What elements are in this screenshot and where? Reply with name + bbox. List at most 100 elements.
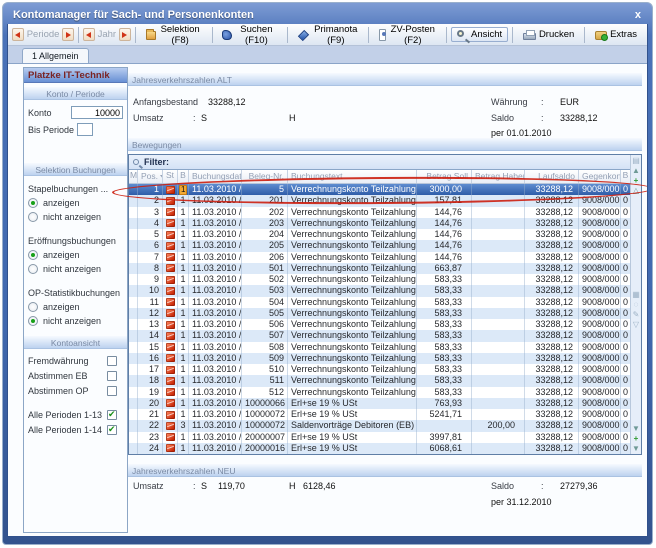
cell-laufsaldo: 33288,12 <box>525 308 579 319</box>
booking-stamp-icon <box>166 433 175 441</box>
extras-label: Extras <box>610 29 637 40</box>
table-row[interactable]: 2111.03.2010 /Do201Verrechnungskonto Tei… <box>129 195 631 206</box>
zoom-record-icon[interactable]: ◌ <box>634 300 639 310</box>
column-header-soll[interactable]: Betrag Soll <box>417 170 472 183</box>
table-row[interactable]: 22311.03.2010 /Do10000072Saldenvorträge … <box>129 420 631 431</box>
radio-nicht-anzeigen[interactable] <box>28 316 38 326</box>
bis-periode-label: Bis Periode <box>28 125 74 135</box>
ansicht-button[interactable]: Ansicht <box>451 27 508 42</box>
alle-perioden-1-13-checkbox[interactable] <box>107 410 117 420</box>
column-header-haben[interactable]: Betrag Haben <box>472 170 525 183</box>
filter-row[interactable]: Filter: <box>129 155 641 170</box>
table-row[interactable]: 1111.03.2010 /Do5Verrechnungskonto Teilz… <box>129 184 631 195</box>
drucken-button[interactable]: Drucken <box>517 27 580 42</box>
tab-allgemein[interactable]: 1 Allgemein <box>22 48 89 63</box>
radio-nicht-anzeigen[interactable] <box>28 212 38 222</box>
cell-laufsaldo: 33288,12 <box>525 443 579 454</box>
table-row[interactable]: 7111.03.2010 /Do206Verrechnungskonto Tei… <box>129 252 631 263</box>
booking-stamp-icon <box>166 354 175 362</box>
table-row[interactable]: 10111.03.2010 /Do503Verrechnungskonto Te… <box>129 285 631 296</box>
konto-input[interactable] <box>71 106 123 119</box>
periode-next-button[interactable] <box>62 28 74 41</box>
selektion-button[interactable]: Selektion (F8) <box>140 24 208 48</box>
cell-beleg: 502 <box>242 274 288 285</box>
cell-pos: 21 <box>138 409 163 420</box>
jahr-next-button[interactable] <box>119 28 131 41</box>
cell-gegenkonto: 9008/000 <box>579 398 621 409</box>
column-chooser-icon[interactable]: ▤ <box>632 156 640 166</box>
table-row[interactable]: 5111.03.2010 /Do204Verrechnungskonto Tei… <box>129 229 631 240</box>
cell-haben <box>472 263 525 274</box>
cell-text: Verrechnungskonto Teilzahlungen <box>288 319 417 330</box>
periode-prev-button[interactable] <box>12 28 24 41</box>
table-row[interactable]: 21111.03.2010 /Do10000072Erl+se 19 % USt… <box>129 409 631 420</box>
cell-b: 1 <box>178 274 189 285</box>
column-header-text[interactable]: Buchungstext <box>288 170 417 183</box>
umsatz-neu-haben-value: 6128,46 <box>303 481 336 491</box>
alle-perioden-1-14-checkbox[interactable] <box>107 425 117 435</box>
table-row[interactable]: 13111.03.2010 /Do506Verrechnungskonto Te… <box>129 319 631 330</box>
suchen-button[interactable]: Suchen (F10) <box>216 24 283 48</box>
append-record-icon[interactable]: + <box>634 434 639 444</box>
radio-anzeigen[interactable] <box>28 198 38 208</box>
extras-button[interactable]: Extras <box>589 27 643 42</box>
zv-posten-button[interactable]: ZV-Posten (F2) <box>373 24 442 48</box>
fremdwaehrung-checkbox[interactable] <box>107 356 117 366</box>
table-row[interactable]: 19111.03.2010 /Do512Verrechnungskonto Te… <box>129 387 631 398</box>
last-record-icon[interactable]: ▼ <box>632 444 640 454</box>
cell-m <box>129 297 138 308</box>
radio-anzeigen[interactable] <box>28 302 38 312</box>
abstimmen-eb-checkbox[interactable] <box>107 371 117 381</box>
jahr-prev-button[interactable] <box>83 28 95 41</box>
cell-soll: 144,76 <box>417 240 472 251</box>
radio-anzeigen[interactable] <box>28 250 38 260</box>
cell-laufsaldo: 33288,12 <box>525 229 579 240</box>
cell-laufsaldo: 33288,12 <box>525 353 579 364</box>
column-header-beleg[interactable]: Beleg-Nr. <box>242 170 288 183</box>
window-title: Kontomanager für Sach- und Personenkonte… <box>13 9 632 21</box>
prev-record-icon[interactable]: △ <box>633 186 639 196</box>
table-row[interactable]: 15111.03.2010 /Do508Verrechnungskonto Te… <box>129 342 631 353</box>
table-row[interactable]: 11111.03.2010 /Do504Verrechnungskonto Te… <box>129 297 631 308</box>
primanota-button[interactable]: Primanota (F9) <box>292 24 364 48</box>
cell-m <box>129 319 138 330</box>
column-header-st[interactable]: St <box>163 170 178 183</box>
cell-pos: 17 <box>138 364 163 375</box>
table-row[interactable]: 18111.03.2010 /Do511Verrechnungskonto Te… <box>129 375 631 386</box>
cell-b: 1 <box>178 218 189 229</box>
close-button[interactable]: x <box>632 9 644 21</box>
filter-funnel-icon[interactable]: ▽ <box>633 320 639 330</box>
cell-soll: 3000,00 <box>417 184 472 195</box>
column-header-laufsaldo[interactable]: Laufsaldo <box>525 170 579 183</box>
table-row[interactable]: 6111.03.2010 /Do205Verrechnungskonto Tei… <box>129 240 631 251</box>
table-row[interactable]: 16111.03.2010 /Do509Verrechnungskonto Te… <box>129 353 631 364</box>
table-row[interactable]: 20111.03.2010 /Do10000066Erl+se 19 % USt… <box>129 398 631 409</box>
column-header-gegenkonto[interactable]: Gegenkonto <box>579 170 621 183</box>
edit-record-icon[interactable]: ✎ <box>633 310 640 320</box>
abstimmen-op-checkbox[interactable] <box>107 386 117 396</box>
column-header-datum[interactable]: Buchungsdatum <box>189 170 242 183</box>
insert-record-icon[interactable]: + <box>634 176 639 186</box>
next-record-icon[interactable]: ▼ <box>632 424 640 434</box>
cell-st <box>163 252 178 263</box>
grid-view-icon[interactable]: ▦ <box>632 290 640 300</box>
first-record-icon[interactable]: ▲ <box>632 166 640 176</box>
radio-nicht-anzeigen[interactable] <box>28 264 38 274</box>
bis-periode-input[interactable] <box>77 123 93 136</box>
column-header-m[interactable]: M <box>129 170 138 183</box>
cell-gegenkonto: 9008/000 <box>579 240 621 251</box>
tab-bar: 1 Allgemein <box>8 46 647 64</box>
table-row[interactable]: 17111.03.2010 /Do510Verrechnungskonto Te… <box>129 364 631 375</box>
table-row[interactable]: 8111.03.2010 /Do501Verrechnungskonto Tei… <box>129 263 631 274</box>
table-row[interactable]: 14111.03.2010 /Do507Verrechnungskonto Te… <box>129 330 631 341</box>
table-row[interactable]: 23111.03.2010 /Do20000007Erl+se 19 % USt… <box>129 432 631 443</box>
table-row[interactable]: 4111.03.2010 /Do203Verrechnungskonto Tei… <box>129 218 631 229</box>
table-row[interactable]: 24111.03.2010 /Do20000016Erl+se 19 % USt… <box>129 443 631 454</box>
table-row[interactable]: 9111.03.2010 /Do502Verrechnungskonto Tei… <box>129 274 631 285</box>
cell-m <box>129 409 138 420</box>
cell-b: 1 <box>178 443 189 454</box>
table-row[interactable]: 12111.03.2010 /Do505Verrechnungskonto Te… <box>129 308 631 319</box>
column-header-pos[interactable]: Pos. <box>138 170 163 183</box>
column-header-b[interactable]: B <box>178 170 189 183</box>
table-row[interactable]: 3111.03.2010 /Do202Verrechnungskonto Tei… <box>129 207 631 218</box>
